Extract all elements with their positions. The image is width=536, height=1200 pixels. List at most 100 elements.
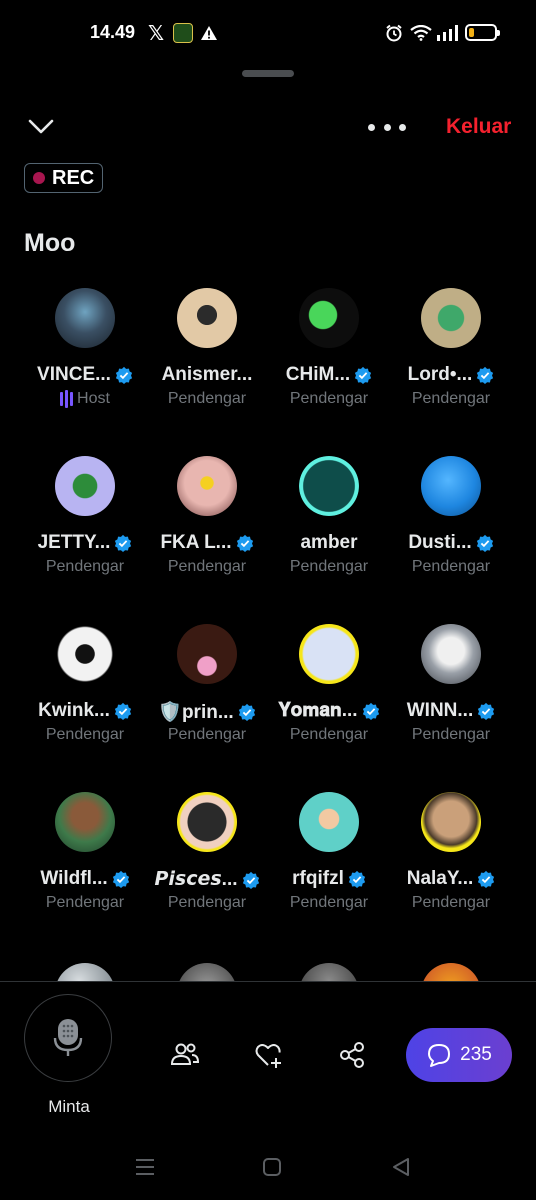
participant-avatar[interactable] xyxy=(299,624,359,684)
participant-avatar[interactable] xyxy=(177,624,237,684)
participant-avatar[interactable] xyxy=(177,456,237,516)
participant-name: 🛡️prin... xyxy=(158,702,234,723)
participant-avatar[interactable] xyxy=(421,624,481,684)
participant-name: Dusti... xyxy=(408,532,472,553)
home-icon[interactable] xyxy=(261,1156,283,1178)
participant-card[interactable]: 𝙋𝙞𝙨𝙘𝙚𝙨... Pendengar xyxy=(146,792,268,942)
participant-name: 𝙋𝙞𝙨𝙘𝙚𝙨... xyxy=(154,869,238,890)
participant-card[interactable]: Wildfl... Pendengar xyxy=(24,792,146,942)
participant-card[interactable]: amber Pendengar xyxy=(268,456,390,606)
participant-name: 𝐘𝐨𝐦𝐚𝐧... xyxy=(278,700,358,721)
participant-name-row: 𝐘𝐨𝐦𝐚𝐧... xyxy=(268,700,390,722)
participant-name-row: Lord•... xyxy=(390,364,512,386)
bottom-divider xyxy=(0,981,536,982)
participant-role-row: Pendengar xyxy=(146,726,268,744)
participant-card[interactable]: 𝐘𝐨𝐦𝐚𝐧... Pendengar xyxy=(268,624,390,774)
status-time: 14.49 xyxy=(90,22,136,42)
request-mic-button[interactable] xyxy=(24,994,112,1082)
participant-avatar-partial[interactable] xyxy=(55,963,115,981)
heart-add-icon[interactable] xyxy=(254,1040,284,1070)
participant-role: Pendengar xyxy=(289,390,369,407)
verified-badge-icon xyxy=(355,366,372,384)
participant-role: Pendengar xyxy=(167,558,247,575)
verified-badge-icon xyxy=(362,702,379,720)
participant-role: Pendengar xyxy=(411,894,491,911)
participant-name: Kwink... xyxy=(38,700,110,721)
participant-role-row: Pendengar xyxy=(146,390,268,408)
verified-badge-icon xyxy=(477,366,494,384)
participant-avatar-partial[interactable] xyxy=(177,963,237,981)
back-icon[interactable] xyxy=(390,1156,412,1178)
participant-avatar[interactable] xyxy=(421,288,481,348)
participant-avatar[interactable] xyxy=(299,456,359,516)
participant-role-row: Pendengar xyxy=(146,894,268,912)
participant-card[interactable]: Kwink... Pendengar xyxy=(24,624,146,774)
participant-role: Pendengar xyxy=(45,726,125,743)
verified-badge-icon xyxy=(114,702,131,720)
participant-name-row: 🛡️prin... xyxy=(146,700,268,724)
participant-role: Pendengar xyxy=(289,894,369,911)
participant-name-row: JETTY... xyxy=(24,532,146,554)
participant-avatar[interactable] xyxy=(55,624,115,684)
participant-role: Pendengar xyxy=(289,726,369,743)
participant-card[interactable]: NalaY... Pendengar xyxy=(390,792,512,942)
participant-avatar[interactable] xyxy=(55,456,115,516)
chevron-down-icon[interactable] xyxy=(26,112,56,142)
participant-card[interactable]: Anismer... Pendengar xyxy=(146,288,268,438)
participant-card[interactable]: Lord•... Pendengar xyxy=(390,288,512,438)
space-title: Moo xyxy=(24,229,76,257)
sheet-drag-handle[interactable] xyxy=(242,70,294,77)
verified-badge-icon xyxy=(115,366,133,384)
participant-name-row: 𝙋𝙞𝙨𝙘𝙚𝙨... xyxy=(146,868,268,891)
people-icon[interactable] xyxy=(170,1040,200,1070)
participant-role: Pendengar xyxy=(167,390,247,407)
participant-avatar[interactable] xyxy=(299,288,359,348)
participant-avatar[interactable] xyxy=(177,288,237,348)
participant-role-row: Pendengar xyxy=(390,894,512,912)
participant-role-row: Host xyxy=(24,390,146,408)
share-icon[interactable] xyxy=(337,1040,367,1070)
record-dot-icon xyxy=(33,172,45,184)
participant-card[interactable]: WINN... Pendengar xyxy=(390,624,512,774)
warning-icon xyxy=(199,22,219,44)
participant-avatar[interactable] xyxy=(177,792,237,852)
participant-role: Pendengar xyxy=(45,558,125,575)
status-bar: 14.49 𝕏 xyxy=(0,0,536,64)
participant-name: FKA L... xyxy=(160,532,232,553)
participant-card[interactable]: rfqifzl Pendengar xyxy=(268,792,390,942)
participant-name: WINN... xyxy=(406,700,474,721)
recording-badge: REC xyxy=(24,163,104,193)
participant-card[interactable]: JETTY... Pendengar xyxy=(24,456,146,606)
participant-role-row: Pendengar xyxy=(24,558,146,576)
leave-button[interactable]: Keluar xyxy=(446,115,511,139)
participant-avatar-partial[interactable] xyxy=(299,963,359,981)
participant-card[interactable]: VINCE... Host xyxy=(24,288,146,438)
participant-role-row: Pendengar xyxy=(146,558,268,576)
participant-name: Anismer... xyxy=(161,364,253,385)
recent-apps-icon[interactable] xyxy=(134,1156,156,1178)
participant-name: VINCE... xyxy=(37,364,111,385)
participant-name: rfqifzl xyxy=(292,868,344,889)
more-options-icon[interactable] xyxy=(368,118,406,136)
participant-avatar-partial[interactable] xyxy=(421,963,481,981)
participant-name-row: Wildfl... xyxy=(24,868,146,890)
participant-avatar[interactable] xyxy=(421,792,481,852)
participant-role-row: Pendengar xyxy=(390,558,512,576)
participant-name: amber xyxy=(300,532,358,553)
participant-name-row: amber xyxy=(268,532,390,554)
participant-card[interactable]: CHiM... Pendengar xyxy=(268,288,390,438)
participant-name-row: VINCE... xyxy=(24,364,146,386)
participant-avatar[interactable] xyxy=(421,456,481,516)
participant-card[interactable]: FKA L... Pendengar xyxy=(146,456,268,606)
participant-role-row: Pendengar xyxy=(24,894,146,912)
verified-badge-icon xyxy=(238,703,255,721)
verified-badge-icon xyxy=(242,871,259,889)
participant-avatar[interactable] xyxy=(55,792,115,852)
participant-avatar[interactable] xyxy=(55,288,115,348)
app-notification-icon xyxy=(173,23,193,43)
participant-role-row: Pendengar xyxy=(390,726,512,744)
participant-card[interactable]: Dusti... Pendengar xyxy=(390,456,512,606)
comments-button[interactable]: 235 xyxy=(406,1028,512,1082)
participant-card[interactable]: 🛡️prin... Pendengar xyxy=(146,624,268,774)
participant-avatar[interactable] xyxy=(299,792,359,852)
